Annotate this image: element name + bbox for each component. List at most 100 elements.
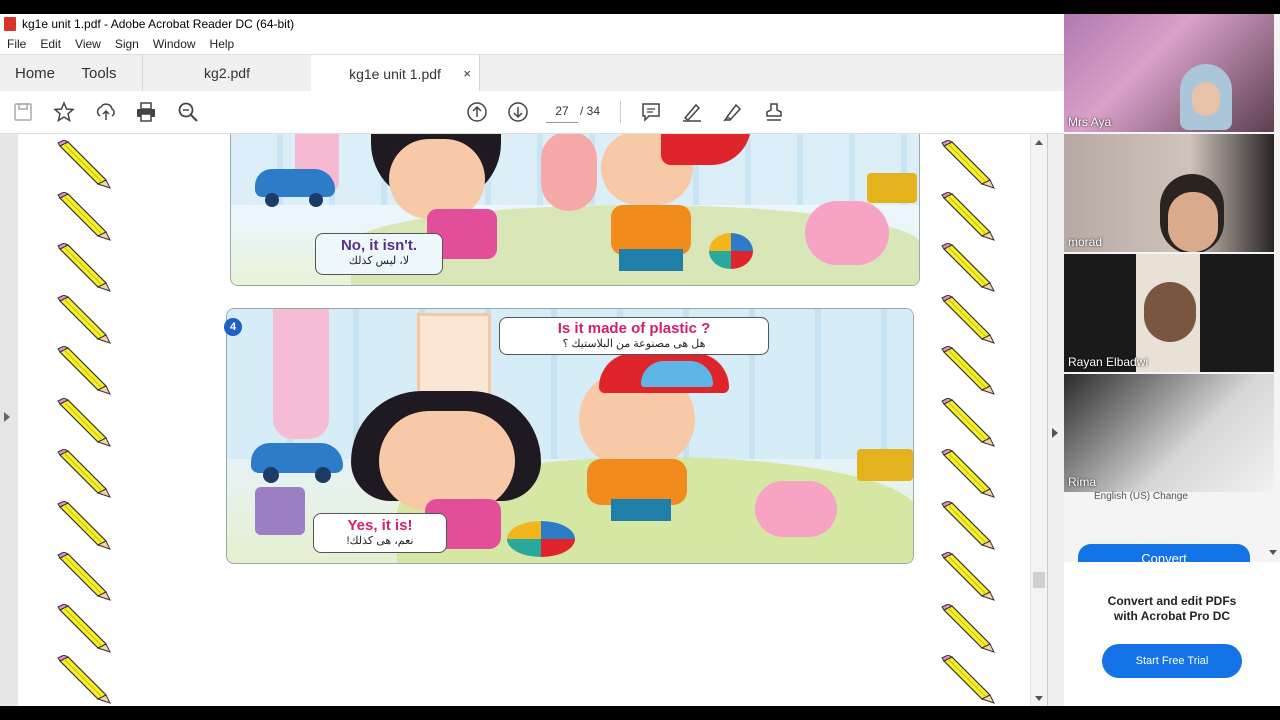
boy-jacket [611,205,691,255]
vertical-scrollbar[interactable] [1031,134,1047,706]
scroll-up-icon[interactable] [1035,140,1043,145]
pencil-icon [56,602,116,654]
pencil-icon [56,293,116,345]
bubble-2-english: Is it made of plastic ? [557,320,711,337]
bubble-1-arabic: لا، ليس كذلك [348,255,410,267]
toy-ball [709,233,753,269]
doll [541,134,597,211]
expand-right-pane-icon[interactable] [1052,428,1058,438]
toy-train [867,173,917,203]
pencil-icon [56,242,116,293]
menu-sign[interactable]: Sign [115,37,139,51]
participant-face [1168,192,1218,252]
tab-home[interactable]: Home [0,55,70,91]
sign-icon[interactable] [722,101,744,123]
close-tab-icon[interactable]: × [463,66,471,81]
print-icon[interactable] [135,101,157,123]
acrobat-window: kg1e unit 1.pdf - Adobe Acrobat Reader D… [0,14,1065,706]
boy-shorts [619,249,683,271]
illustration-panel-2: Is it made of plastic ? هل هى مصنوعة من … [226,308,914,564]
teddy-bear [805,201,889,265]
document-area: No, it isn't. لا، ليس كذلك Is it made of… [0,134,1065,706]
pencil-icon [56,396,116,448]
pencil-icon [940,602,1000,654]
menu-window[interactable]: Window [153,37,196,51]
menu-view[interactable]: View [75,37,101,51]
pencil-icon [940,190,1000,242]
pencil-icon [56,190,116,242]
menu-file[interactable]: File [7,37,26,51]
page-down-icon[interactable] [507,101,529,123]
participant-face [1192,82,1220,116]
page-total: / 34 [580,104,601,118]
participant-name: Rayan Elbadwi [1068,355,1149,369]
panel-number-badge: 4 [224,318,242,336]
tab-tools[interactable]: Tools [70,55,128,91]
menu-edit[interactable]: Edit [40,37,61,51]
pencil-icon [940,293,1000,345]
video-tile-rima[interactable]: Rima [1064,374,1274,492]
speech-bubble-1: No, it isn't. لا، ليس كذلك [315,233,443,275]
toy-ball [507,521,575,557]
tab-bar: Home Tools kg2.pdf kg1e unit 1.pdf × [0,54,1064,92]
zoom-icon[interactable] [177,101,199,123]
video-tile-rayan-elbadwi[interactable]: Rayan Elbadwi [1064,254,1274,372]
girl-face [379,411,515,511]
upload-icon[interactable] [95,101,117,123]
pencil-icon [940,499,1000,551]
scroll-thumb[interactable] [1033,572,1045,588]
boy-cap-top [641,361,713,387]
illustration-panel-1: No, it isn't. لا، ليس كذلك [230,134,920,286]
left-panel-toggle-icon[interactable] [4,412,10,422]
stamp-icon[interactable] [763,101,785,123]
tab-label: kg1e unit 1.pdf [349,65,441,82]
toy-robot [255,487,305,535]
tab-kg1e-pdf[interactable]: kg1e unit 1.pdf × [311,55,480,92]
star-icon[interactable] [53,101,75,123]
page-up-icon[interactable] [466,101,488,123]
car-wheel [315,467,331,483]
teddy-bear [755,481,837,537]
girl-face [389,139,485,219]
scroll-down-icon[interactable] [1035,696,1043,701]
pencil-icon [56,654,116,705]
pencil-icon [940,345,1000,396]
pencil-icon [940,242,1000,293]
car-wheel [265,193,279,207]
toy-car [255,169,335,197]
pencil-icon [56,139,116,190]
video-call-panel: Mrs Aya morad Rayan Elbadwi Rima English… [1064,14,1280,706]
bubble-2-arabic: هل هى مصنوعة من البلاستيك ؟ [562,338,706,350]
participant-name: morad [1068,235,1103,249]
pdf-app-icon [4,17,16,31]
video-tile-mrs-aya[interactable]: Mrs Aya [1064,14,1274,132]
comment-icon[interactable] [640,101,662,123]
highlight-icon[interactable] [681,101,703,123]
tab-label: kg2.pdf [204,65,250,81]
save-icon[interactable] [12,101,34,123]
promo-title-line-1: Convert and edit PDFs [1107,594,1237,608]
curtain [273,309,329,439]
bubble-3-english: Yes, it is! [347,517,413,534]
tab-kg2-pdf[interactable]: kg2.pdf [142,55,312,91]
participant-face [1144,282,1196,342]
pencil-icon [940,139,1000,190]
speech-bubble-3: Yes, it is! نعم، هى كذلك! [313,513,447,553]
menu-help[interactable]: Help [210,37,235,51]
toolbar-divider [620,101,621,123]
page-number-input[interactable]: 27 [546,100,578,123]
start-free-trial-button[interactable]: Start Free Trial [1102,644,1242,678]
language-text: English (US) Change [1094,491,1188,502]
toy-train [857,449,913,481]
right-pane-toggle[interactable] [1047,134,1065,706]
participant-name: Rima [1068,475,1097,489]
panel-scroll-down-icon[interactable] [1269,550,1277,555]
boy-shorts [611,499,671,521]
promo-title: Convert and edit PDFs with Acrobat Pro D… [1064,594,1280,624]
car-wheel [309,193,323,207]
speech-bubble-2: Is it made of plastic ? هل هى مصنوعة من … [499,317,769,355]
video-tile-morad[interactable]: morad [1064,134,1274,252]
menu-bar: File Edit View Sign Window Help [0,34,1064,54]
window-title: kg1e unit 1.pdf - Adobe Acrobat Reader D… [22,17,295,31]
promo-title-line-2: with Acrobat Pro DC [1113,609,1231,623]
